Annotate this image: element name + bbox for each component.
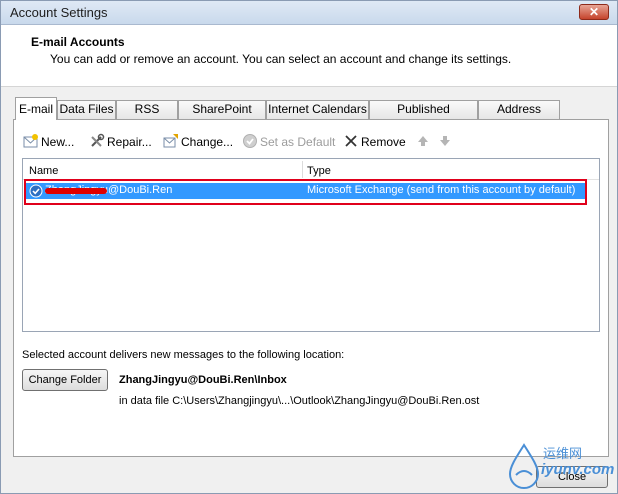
column-header-type[interactable]: Type	[307, 165, 331, 177]
column-header-name[interactable]: Name	[29, 165, 58, 177]
watermark-logo: 运维网 iyunv.com	[503, 441, 615, 491]
delivery-location: ZhangJingyu@DouBi.Ren\Inbox	[119, 374, 287, 386]
check-circle-icon	[243, 134, 257, 148]
set-default-label: Set as Default	[260, 135, 336, 149]
remove-x-icon	[345, 135, 357, 147]
data-file-path: in data file C:\Users\Zhangjingyu\...\Ou…	[119, 395, 480, 407]
arrow-up-icon	[418, 136, 428, 146]
watermark-text: 运维网	[543, 446, 583, 461]
page-title: E-mail Accounts	[31, 35, 125, 49]
change-label: Change...	[181, 135, 234, 149]
header-area: E-mail Accounts You can add or remove an…	[1, 25, 617, 87]
move-down-button[interactable]	[437, 132, 455, 152]
change-button[interactable]: Change...	[163, 132, 233, 152]
tab-published-calendars[interactable]: Published Calendars	[369, 100, 478, 133]
watermark-domain: iyunv.com	[541, 461, 615, 478]
new-label: New...	[41, 135, 75, 149]
account-settings-window: Account Settings ✕ E-mail Accounts You c…	[0, 0, 618, 494]
droplet-logo-icon	[508, 443, 540, 489]
page-subtitle: You can add or remove an account. You ca…	[50, 52, 512, 66]
repair-label: Repair...	[107, 135, 152, 149]
window-close-button[interactable]: ✕	[579, 4, 609, 20]
new-button[interactable]: New...	[23, 132, 74, 152]
tools-icon	[91, 133, 105, 147]
delivery-description: Selected account delivers new messages t…	[22, 349, 345, 361]
tab-rss-feeds[interactable]: RSS Feeds	[116, 100, 178, 133]
list-header: Name Type	[23, 159, 599, 180]
tab-data-files[interactable]: Data Files	[57, 100, 116, 119]
tab-internet-calendars[interactable]: Internet Calendars	[266, 100, 369, 119]
window-title: Account Settings	[10, 5, 108, 20]
remove-button[interactable]: Remove	[343, 132, 406, 152]
title-bar[interactable]: Account Settings ✕	[1, 1, 617, 25]
change-folder-button[interactable]: Change Folder	[22, 369, 108, 391]
move-up-button[interactable]	[415, 132, 433, 152]
tab-email[interactable]: E-mail	[15, 97, 57, 120]
set-default-button[interactable]: Set as Default	[242, 132, 335, 152]
arrow-down-icon	[440, 136, 450, 146]
change-account-icon	[163, 134, 178, 148]
remove-label: Remove	[361, 135, 406, 149]
repair-button[interactable]: Repair...	[89, 132, 152, 152]
tab-sharepoint-lists[interactable]: SharePoint Lists	[178, 100, 266, 133]
new-mail-icon	[23, 134, 38, 148]
column-divider[interactable]	[302, 161, 303, 178]
annotation-highlight-box	[24, 179, 587, 205]
tab-address-books[interactable]: Address Books	[478, 100, 560, 133]
